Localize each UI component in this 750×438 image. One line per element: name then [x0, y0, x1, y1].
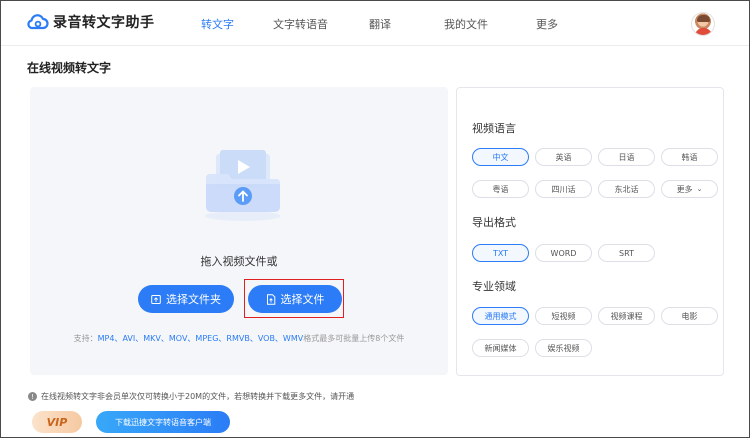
domain-chip-movie[interactable]: 电影 — [661, 307, 718, 325]
top-bar: 录音转文字助手 转文字 文字转语音 翻译 我的文件 更多 — [1, 1, 749, 46]
domain-chip-general[interactable]: 通用模式 — [472, 307, 529, 325]
export-format-title: 导出格式 — [472, 216, 516, 229]
upload-dropzone[interactable]: 拖入视频文件或 选择文件夹 选择文件 支持：MP4、AVI、MKV、MOV、MP… — [30, 87, 448, 375]
language-chip-northeastern[interactable]: 东北话 — [598, 180, 655, 198]
domain-chip-video-course[interactable]: 视频课程 — [598, 307, 655, 325]
language-chip-korean[interactable]: 韩语 — [661, 148, 718, 166]
video-folder-illustration-icon — [205, 150, 281, 221]
app-name: 录音转文字助手 — [53, 15, 155, 31]
nav-item-my-files[interactable]: 我的文件 — [444, 16, 488, 32]
nav-item-translate[interactable]: 翻译 — [369, 16, 391, 32]
video-language-title: 视频语言 — [472, 122, 516, 135]
language-chip-cantonese[interactable]: 粤语 — [472, 180, 529, 198]
select-file-label: 选择文件 — [280, 293, 325, 306]
select-folder-label: 选择文件夹 — [166, 293, 221, 306]
language-more-label: 更多 — [676, 184, 693, 194]
export-chip-word[interactable]: WORD — [535, 244, 592, 262]
folder-icon — [151, 294, 161, 304]
download-client-button[interactable]: 下载迅捷文字转语音客户端 — [96, 411, 230, 433]
domain-chip-entertainment[interactable]: 娱乐视频 — [535, 339, 592, 357]
select-folder-button[interactable]: 选择文件夹 — [138, 285, 234, 313]
select-file-button[interactable]: 选择文件 — [248, 285, 342, 313]
nav-item-transcribe[interactable]: 转文字 — [201, 16, 234, 32]
nav-item-text-to-speech[interactable]: 文字转语音 — [273, 16, 328, 32]
app-logo[interactable]: 录音转文字助手 — [27, 12, 155, 32]
chevron-down-icon: ⌄ — [696, 185, 703, 193]
file-icon — [266, 293, 275, 305]
language-chip-english[interactable]: 英语 — [535, 148, 592, 166]
drag-hint-text: 拖入视频文件或 — [200, 255, 278, 268]
domain-chip-news-media[interactable]: 新闻媒体 — [472, 339, 529, 357]
formats-suffix: 格式最多可批量上传8个文件 — [303, 334, 405, 343]
export-chip-srt[interactable]: SRT — [598, 244, 655, 262]
vip-button[interactable]: VIP — [32, 411, 82, 433]
options-panel: 视频语言 中文 英语 日语 韩语 粤语 四川话 东北话 更多 ⌄ 导出格式 TXT… — [456, 87, 724, 376]
language-more-dropdown[interactable]: 更多 ⌄ — [661, 180, 718, 198]
domain-title: 专业领域 — [472, 280, 516, 293]
formats-list: MP4、AVI、MKV、MOV、MPEG、RMVB、VOB、WMV — [97, 334, 304, 343]
supported-formats-text: 支持：MP4、AVI、MKV、MOV、MPEG、RMVB、VOB、WMV格式最多… — [30, 333, 448, 344]
user-avatar[interactable] — [691, 12, 715, 36]
page-title: 在线视频转文字 — [27, 61, 112, 75]
formats-prefix: 支持： — [73, 334, 98, 343]
language-chip-chinese[interactable]: 中文 — [472, 148, 529, 166]
member-notice: ! 在线视频转文字非会员单次仅可转换小于20M的文件，若想转换并下载更多文件，请… — [28, 391, 354, 402]
export-chip-txt[interactable]: TXT — [472, 244, 529, 262]
language-chip-japanese[interactable]: 日语 — [598, 148, 655, 166]
language-chip-sichuanese[interactable]: 四川话 — [535, 180, 592, 198]
nav-item-more[interactable]: 更多 — [536, 16, 558, 32]
member-notice-text: 在线视频转文字非会员单次仅可转换小于20M的文件，若想转换并下载更多文件，请开通 — [41, 392, 355, 401]
domain-chip-short-video[interactable]: 短视频 — [535, 307, 592, 325]
cloud-logo-icon — [27, 14, 49, 30]
info-icon: ! — [28, 392, 37, 401]
